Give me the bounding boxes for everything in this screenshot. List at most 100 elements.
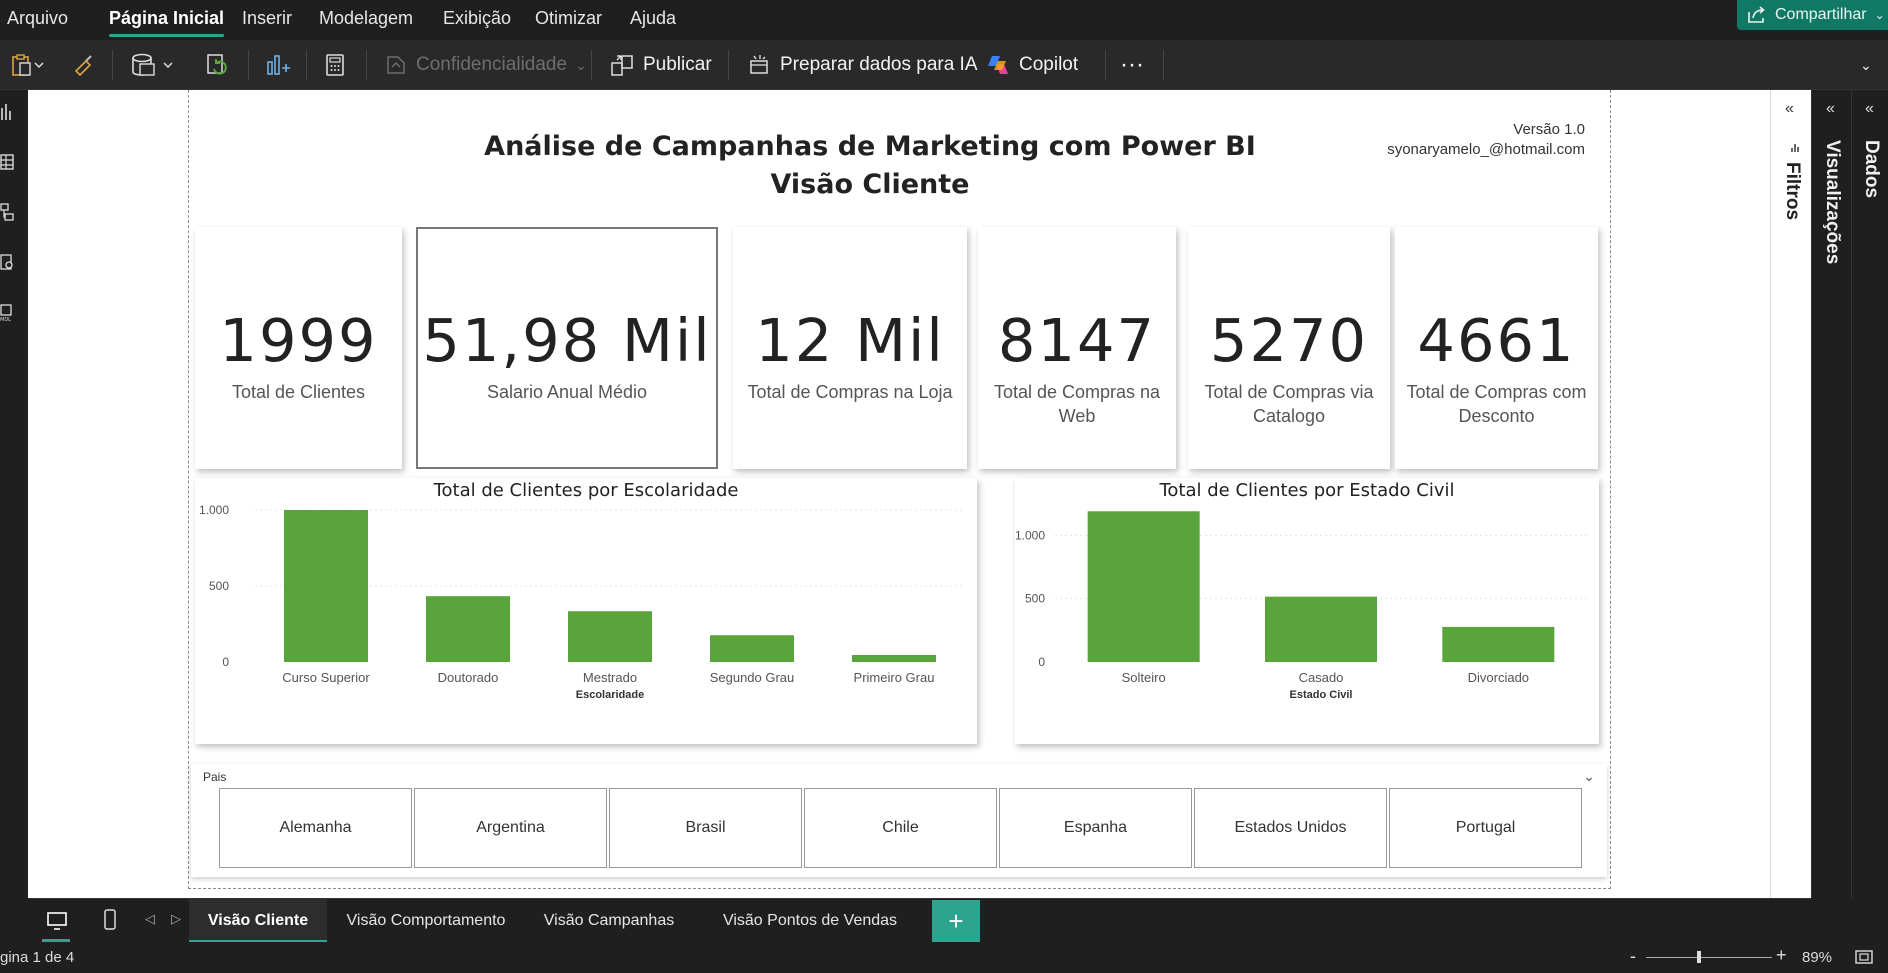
visualizations-label: Visualizações xyxy=(1822,140,1843,265)
bar[interactable] xyxy=(284,510,368,662)
copilot-button[interactable]: Copilot xyxy=(985,49,1078,81)
clipboard-icon xyxy=(12,54,44,76)
kpi-card-total-clientes[interactable]: 1999 Total de Clientes xyxy=(195,227,402,469)
format-painter-button[interactable] xyxy=(72,49,96,81)
confidentiality-button[interactable]: Confidencialidade ⌄ xyxy=(384,49,587,81)
previous-page-icon[interactable]: ◁ xyxy=(145,911,155,927)
chevron-down-icon[interactable]: ⌄ xyxy=(1583,768,1595,785)
chart-plot: 0 500 1.000 Curso Superior Doutorado Mestrado… xyxy=(199,503,965,701)
copilot-label: Copilot xyxy=(1019,54,1079,75)
bar[interactable] xyxy=(1442,626,1555,662)
more-options-button[interactable]: ··· xyxy=(1120,49,1144,81)
kpi-card-salario-anual[interactable]: 51,98 Mil Salario Anual Médio xyxy=(416,227,718,469)
bar[interactable] xyxy=(426,596,510,662)
zoom-slider[interactable] xyxy=(1646,957,1772,958)
get-data-button[interactable] xyxy=(130,49,176,81)
collapse-ribbon-button[interactable]: ⌄ xyxy=(1860,49,1872,81)
ribbon-separator xyxy=(591,50,592,80)
tab-visao-comportamento[interactable]: Visão Comportamento xyxy=(327,899,525,943)
collapse-icon[interactable]: « xyxy=(1785,100,1794,118)
slicer-title: Pais xyxy=(203,770,227,784)
collapse-icon[interactable]: « xyxy=(1826,100,1835,118)
report-view-icon[interactable] xyxy=(0,102,16,122)
bar[interactable] xyxy=(1265,596,1377,662)
x-tick-label: Divorciado xyxy=(1468,670,1529,685)
bar[interactable] xyxy=(1087,511,1200,662)
y-tick-label: 0 xyxy=(1038,655,1045,669)
country-slicer: Pais ⌄ Alemanha Argentina Brasil Chile E… xyxy=(191,764,1607,877)
slicer-option[interactable]: Espanha xyxy=(999,788,1192,868)
new-visual-button[interactable] xyxy=(264,49,290,81)
chart-clientes-estado-civil[interactable]: Total de Clientes por Estado Civil 0 500 1… xyxy=(1015,478,1599,744)
brush-icon xyxy=(74,55,92,77)
ribbon-separator xyxy=(112,50,113,80)
zoom-in-button[interactable]: + xyxy=(1776,945,1787,966)
ribbon: Confidencialidade ⌄ Publicar Preparar da… xyxy=(0,40,1888,90)
menu-arquivo[interactable]: Arquivo xyxy=(7,5,68,31)
prepare-data-ai-button[interactable]: Preparar dados para IA xyxy=(746,49,978,81)
slicer-option[interactable]: Alemanha xyxy=(219,788,412,868)
kpi-card-compras-loja[interactable]: 12 Mil Total de Compras na Loja xyxy=(733,227,967,469)
publish-button[interactable]: Publicar xyxy=(609,49,712,81)
status-bar: gina 1 de 4 - + 89% xyxy=(0,942,1888,973)
tab-visao-cliente[interactable]: Visão Cliente xyxy=(189,899,327,943)
paste-button[interactable] xyxy=(10,49,44,81)
share-button[interactable]: Compartilhar ⌄ xyxy=(1737,0,1888,30)
chart-clientes-escolaridade[interactable]: Total de Clientes por Escolaridade 0 500 1… xyxy=(195,478,977,744)
ribbon-separator xyxy=(1163,50,1164,80)
menu-modelagem[interactable]: Modelagem xyxy=(319,5,413,31)
menu-exibicao[interactable]: Exibição xyxy=(443,5,511,31)
x-axis-title: Escolaridade xyxy=(576,689,644,701)
y-tick-label: 1.000 xyxy=(199,503,229,517)
data-pane[interactable]: « Dados xyxy=(1851,90,1888,898)
bar[interactable] xyxy=(710,635,794,662)
tab-visao-campanhas[interactable]: Visão Campanhas xyxy=(525,899,693,943)
slicer-option[interactable]: Argentina xyxy=(414,788,607,868)
new-measure-button[interactable] xyxy=(323,49,347,81)
tmdl-view-icon[interactable]: MDL xyxy=(0,302,16,322)
share-icon xyxy=(1748,6,1765,23)
ribbon-separator xyxy=(306,50,307,80)
bar[interactable] xyxy=(568,611,652,662)
kpi-card-compras-desconto[interactable]: 4661 Total de Compras com Desconto xyxy=(1395,227,1598,469)
slicer-option[interactable]: Portugal xyxy=(1389,788,1582,868)
author-email: syonaryamelo_@hotmail.com xyxy=(1387,141,1585,158)
y-tick-label: 500 xyxy=(209,579,229,593)
zoom-out-button[interactable]: - xyxy=(1630,946,1636,967)
menu-ajuda[interactable]: Ajuda xyxy=(630,5,676,31)
kpi-card-compras-catalogo[interactable]: 5270 Total de Compras via Catalogo xyxy=(1188,227,1390,469)
ribbon-separator xyxy=(366,50,367,80)
svg-text:MDL: MDL xyxy=(0,317,11,322)
mobile-layout-icon[interactable] xyxy=(102,908,118,932)
kpi-value: 8147 xyxy=(997,306,1157,375)
kpi-label: Salario Anual Médio xyxy=(486,382,648,402)
desktop-layout-icon[interactable] xyxy=(46,910,68,932)
sensitivity-icon xyxy=(387,56,405,74)
dax-query-icon[interactable] xyxy=(0,252,16,272)
next-page-icon[interactable]: ▷ xyxy=(171,911,181,927)
add-page-button[interactable]: + xyxy=(932,900,980,942)
menu-otimizar[interactable]: Otimizar xyxy=(535,5,602,31)
table-view-icon[interactable] xyxy=(0,152,16,172)
collapse-icon[interactable]: « xyxy=(1865,100,1874,118)
data-label: Dados xyxy=(1861,140,1882,199)
kpi-label: Total de Compras na Web xyxy=(993,382,1161,426)
bar[interactable] xyxy=(852,655,936,662)
chart-plot: 0 500 1.000 Solteiro Casado Divorciado Estado … xyxy=(1015,511,1587,701)
menu-inserir[interactable]: Inserir xyxy=(242,5,292,31)
x-tick-label: Curso Superior xyxy=(282,670,370,685)
model-view-icon[interactable] xyxy=(0,202,16,222)
slicer-option[interactable]: Brasil xyxy=(609,788,802,868)
visualizations-pane[interactable]: « Visualizações xyxy=(1811,90,1851,898)
ribbon-separator xyxy=(1105,50,1106,80)
kpi-value: 4661 xyxy=(1417,306,1576,375)
tab-visao-pontos-de-vendas[interactable]: Visão Pontos de Vendas xyxy=(693,899,927,943)
slicer-option[interactable]: Estados Unidos xyxy=(1194,788,1387,868)
kpi-card-compras-web[interactable]: 8147 Total de Compras na Web xyxy=(978,227,1176,469)
refresh-button[interactable] xyxy=(204,49,230,81)
filters-pane[interactable]: « Filtros xyxy=(1770,90,1811,898)
fit-to-page-icon[interactable] xyxy=(1855,949,1873,965)
slicer-option[interactable]: Chile xyxy=(804,788,997,868)
menu-pagina-inicial[interactable]: Página Inicial xyxy=(109,5,225,37)
zoom-slider-thumb[interactable] xyxy=(1697,951,1701,963)
